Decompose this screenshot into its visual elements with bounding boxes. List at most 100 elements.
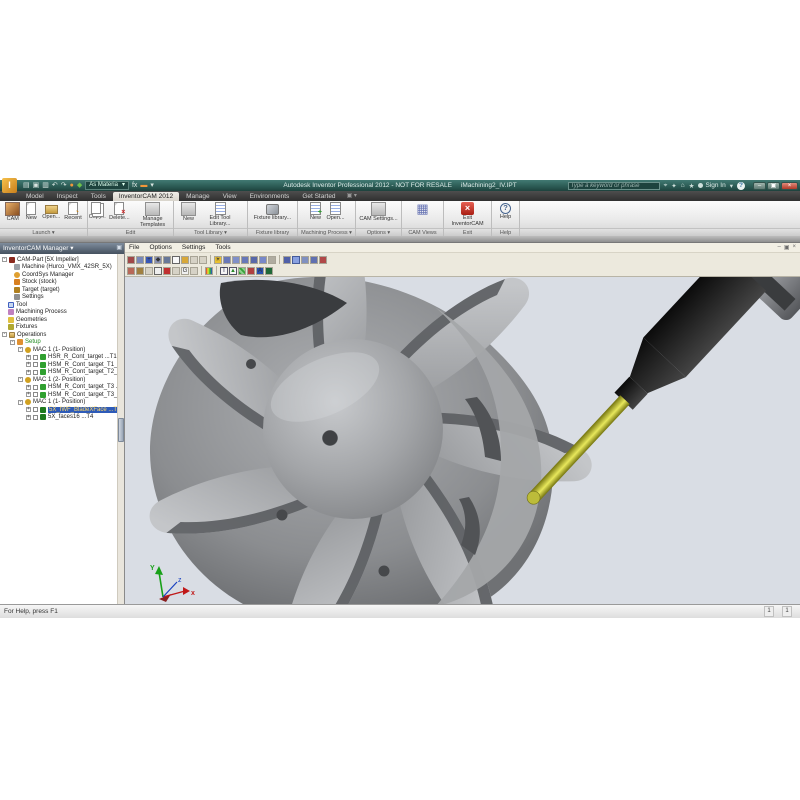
help-icon[interactable]: ?	[737, 182, 745, 190]
checkbox[interactable]	[33, 385, 38, 390]
view-cube-icon[interactable]	[250, 256, 258, 264]
sim-hand-icon[interactable]	[136, 267, 144, 275]
menu-settings[interactable]: Settings	[182, 244, 206, 251]
tree-item-operation-selected[interactable]: +5X_IWF_BladeXFace ...T4	[0, 406, 117, 414]
maximize-button[interactable]: ▣	[767, 182, 780, 190]
target-display-icon[interactable]	[247, 267, 255, 275]
checkbox[interactable]	[33, 392, 38, 397]
save-icon[interactable]: ▥	[42, 181, 49, 191]
machine-display-icon[interactable]	[265, 267, 273, 275]
expander-icon[interactable]: +	[26, 355, 31, 360]
stock-display-icon[interactable]	[238, 267, 246, 275]
sim-tool-icon[interactable]	[127, 267, 135, 275]
checkbox[interactable]	[33, 415, 38, 420]
expander-icon[interactable]: -	[18, 400, 23, 405]
expander-icon[interactable]: +	[26, 415, 31, 420]
tab-inventorcam[interactable]: InventorCAM 2012	[113, 192, 179, 201]
fixture-display-icon[interactable]: A	[256, 267, 264, 275]
expander-icon[interactable]: -	[18, 377, 23, 382]
open-button[interactable]: Open...	[41, 202, 61, 221]
expander-icon[interactable]: -	[10, 340, 15, 345]
tab-overflow-icon[interactable]: ▣ ▾	[343, 192, 361, 201]
pan-icon[interactable]: +	[145, 256, 153, 264]
copy-button[interactable]: Copy...	[88, 202, 106, 221]
checkbox[interactable]	[33, 407, 38, 412]
tab-tools[interactable]: Tools	[85, 192, 112, 201]
holder-display-icon[interactable]: ▲	[229, 267, 237, 275]
tree-item-operation[interactable]: +HSR_R_Cont_target ...T1	[0, 354, 117, 362]
tree-item-operation[interactable]: +5X_faces16 ...T4	[0, 414, 117, 422]
recent-button[interactable]: ◔ Recent	[63, 202, 82, 222]
undo-icon[interactable]: ↶	[52, 181, 58, 191]
view-cube-icon[interactable]	[232, 256, 240, 264]
delete-button[interactable]: × Delete...	[108, 202, 130, 222]
shade-mode-icon[interactable]	[301, 256, 309, 264]
tree-item-cam-part[interactable]: -CAM-Part [5X Impeller]	[0, 256, 117, 264]
tree-item-setup[interactable]: -Setup	[0, 339, 117, 347]
tree-scrollbar[interactable]	[117, 254, 124, 604]
light-icon[interactable]: ☀	[214, 256, 222, 264]
close-button[interactable]: ×	[781, 182, 798, 190]
expander-icon[interactable]: +	[26, 370, 31, 375]
red-arrow-icon[interactable]	[163, 267, 171, 275]
tree-item-coordsys[interactable]: CoordSys Manager	[0, 271, 117, 279]
tab-view[interactable]: View	[217, 192, 243, 201]
tool-library-new-button[interactable]: New	[180, 202, 197, 223]
appearance-combobox[interactable]: As Materia ▾	[85, 181, 129, 190]
expander-icon[interactable]: +	[26, 385, 31, 390]
menu-tools[interactable]: Tools	[215, 244, 230, 251]
home-icon[interactable]: ⌂	[681, 182, 685, 189]
tab-manage[interactable]: Manage	[180, 192, 216, 201]
expander-icon[interactable]: -	[18, 347, 23, 352]
open-file-icon[interactable]: ▣	[33, 181, 40, 191]
checkbox[interactable]	[33, 355, 38, 360]
qat-chevron-icon[interactable]: ▾	[150, 181, 154, 191]
tab-inspect[interactable]: Inspect	[51, 192, 84, 201]
panel-dock-icon[interactable]: ▣	[116, 243, 122, 254]
fixture-library-button[interactable]: Fixture library...	[253, 202, 293, 222]
shade-mode-icon[interactable]	[310, 256, 318, 264]
tab-environments[interactable]: Environments	[244, 192, 296, 201]
view-cube-icon[interactable]	[223, 256, 231, 264]
tree-item-mac3[interactable]: -MAC 1 (1- Position)	[0, 399, 117, 407]
machining-process-new-button[interactable]: + New	[307, 202, 323, 222]
menu-options[interactable]: Options	[149, 244, 171, 251]
exit-view-icon[interactable]	[319, 256, 327, 264]
view-cube-icon[interactable]	[259, 256, 267, 264]
machining-process-open-button[interactable]: Open...	[325, 202, 345, 222]
group-label-options[interactable]: Options ▾	[356, 228, 401, 236]
tree-item-machine[interactable]: Machine (Hurco_VMX_42SR_5X)	[0, 264, 117, 272]
edit-tool-library-button[interactable]: Edit Tool Library...	[199, 202, 241, 227]
sketch-icon[interactable]: ◆	[77, 181, 82, 191]
expander-icon[interactable]: +	[26, 362, 31, 367]
tree-item-target[interactable]: Target (target)	[0, 286, 117, 294]
star-icon[interactable]: ★	[689, 182, 695, 190]
expander-icon[interactable]: +	[26, 407, 31, 412]
cam-button[interactable]: CAM	[4, 202, 21, 223]
mdi-minimize-button[interactable]: ‒	[777, 244, 780, 251]
tree-item-operations[interactable]: -Operations	[0, 331, 117, 339]
checkbox[interactable]	[33, 362, 38, 367]
redo-icon[interactable]: ↷	[61, 181, 67, 191]
tab-model[interactable]: Model	[20, 192, 50, 201]
tree-item-mac2[interactable]: -MAC 1 (2- Position)	[0, 376, 117, 384]
tree-item-settings[interactable]: Settings	[0, 294, 117, 302]
update-icon[interactable]: ●	[70, 181, 74, 191]
zoom-icon[interactable]	[127, 256, 135, 264]
favorites-icon[interactable]: ✦	[671, 182, 676, 190]
color-scale-icon[interactable]	[205, 267, 213, 275]
cam-settings-button[interactable]: CAM Settings...	[358, 202, 398, 223]
panel-header[interactable]: InventorCAM Manager ▾ ▣	[0, 243, 124, 254]
measure-icon[interactable]	[181, 256, 189, 264]
tree-item-stock[interactable]: Stock (stock)	[0, 279, 117, 287]
tree-item-operation[interactable]: +HSM_R_Cont_target_T2_1 ...T2	[0, 369, 117, 377]
search-input[interactable]: Type a keyword or phrase	[568, 182, 660, 190]
help-button[interactable]: ? Help	[498, 202, 514, 221]
tool-display-icon[interactable]: T	[220, 267, 228, 275]
mdi-close-button[interactable]: ×	[792, 244, 796, 251]
fx-parameters-icon[interactable]: fx	[132, 181, 137, 191]
expander-icon[interactable]: -	[2, 257, 7, 262]
tree-item-machining-process[interactable]: Machining Process	[0, 309, 117, 317]
expander-icon[interactable]: +	[26, 392, 31, 397]
expander-icon[interactable]: -	[2, 332, 7, 337]
